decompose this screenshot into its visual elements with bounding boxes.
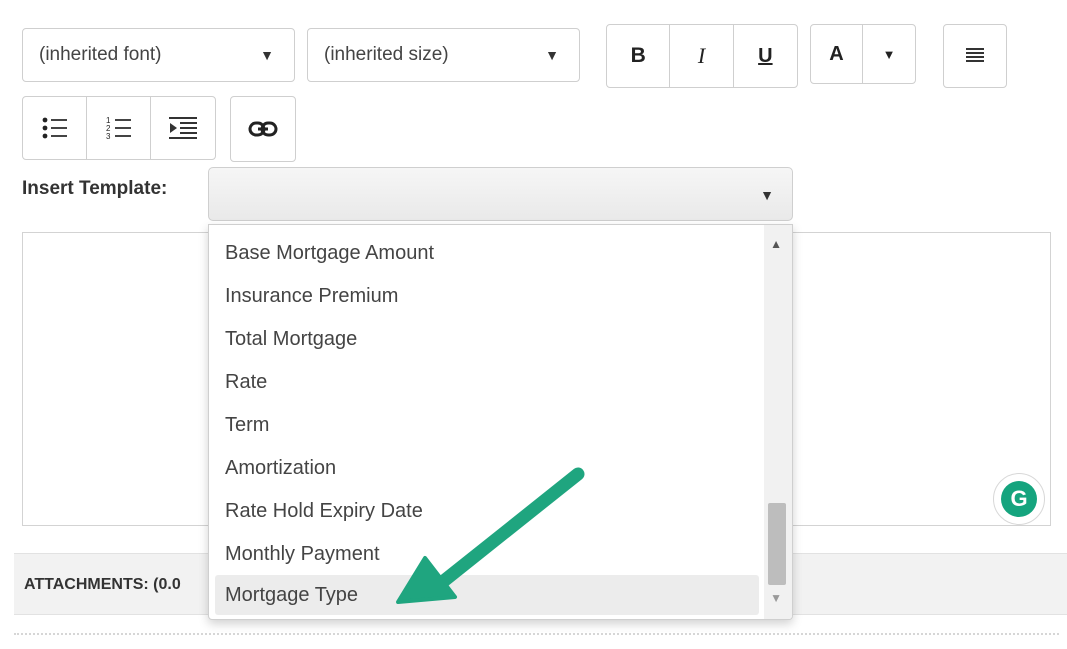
dropdown-option[interactable]: Rate Hold Expiry Date — [225, 491, 423, 531]
text-color-group: A ▼ — [810, 24, 916, 84]
align-group — [943, 24, 1007, 88]
dropdown-option-highlighted[interactable]: Mortgage Type — [215, 575, 759, 615]
size-select[interactable]: (inherited size) ▼ — [307, 28, 580, 82]
bulleted-list-button[interactable] — [23, 97, 87, 159]
grammarly-button[interactable]: G — [993, 473, 1045, 525]
link-icon — [248, 121, 278, 137]
justify-icon — [966, 48, 984, 62]
svg-text:3: 3 — [106, 132, 111, 141]
italic-button[interactable]: I — [670, 25, 734, 87]
dropdown-option[interactable]: Insurance Premium — [225, 276, 398, 316]
justify-button[interactable] — [944, 25, 1006, 87]
text-color-dropdown-button[interactable]: ▼ — [863, 25, 915, 83]
dropdown-option[interactable]: Base Mortgage Amount — [225, 233, 434, 273]
chevron-down-icon: ▼ — [260, 47, 274, 63]
indent-button[interactable] — [151, 97, 215, 159]
dropdown-option[interactable]: Amortization — [225, 448, 336, 488]
chevron-down-icon: ▼ — [882, 46, 896, 62]
numbered-list-icon: 1 2 3 — [106, 116, 131, 141]
attachments-label: ATTACHMENTS: (0.0 — [24, 576, 181, 593]
numbered-list-button[interactable]: 1 2 3 — [87, 97, 151, 159]
insert-link-button[interactable] — [231, 97, 295, 161]
insert-template-select[interactable]: ▼ — [208, 167, 793, 221]
dropdown-option[interactable]: Rate — [225, 362, 267, 402]
list-button-group: 1 2 3 — [22, 96, 216, 160]
chevron-down-icon: ▼ — [545, 47, 559, 63]
scrollbar-thumb[interactable] — [768, 503, 786, 585]
scroll-up-icon[interactable]: ▲ — [770, 237, 782, 251]
size-select-value: (inherited size) — [324, 44, 449, 65]
underline-button[interactable]: U — [734, 25, 797, 87]
indent-icon — [169, 117, 197, 139]
format-button-group: B I U — [606, 24, 798, 88]
scroll-down-icon[interactable]: ▼ — [770, 591, 782, 605]
text-color-button[interactable]: A — [811, 25, 864, 83]
insert-template-label: Insert Template: — [22, 178, 168, 199]
font-select-value: (inherited font) — [39, 44, 162, 65]
bold-button[interactable]: B — [607, 25, 671, 87]
dropdown-option[interactable]: Monthly Payment — [225, 534, 380, 574]
template-dropdown-list: Base Mortgage Amount Insurance Premium T… — [208, 224, 793, 620]
link-group — [230, 96, 296, 162]
bulleted-list-icon — [42, 117, 67, 139]
grammarly-icon: G — [1001, 481, 1037, 517]
font-select[interactable]: (inherited font) ▼ — [22, 28, 295, 82]
dropdown-option[interactable]: Total Mortgage — [225, 319, 357, 359]
dropdown-option[interactable]: Term — [225, 405, 269, 445]
dropdown-scrollbar[interactable]: ▲ ▼ — [764, 225, 792, 619]
divider — [14, 633, 1059, 635]
chevron-down-icon: ▼ — [760, 187, 774, 203]
